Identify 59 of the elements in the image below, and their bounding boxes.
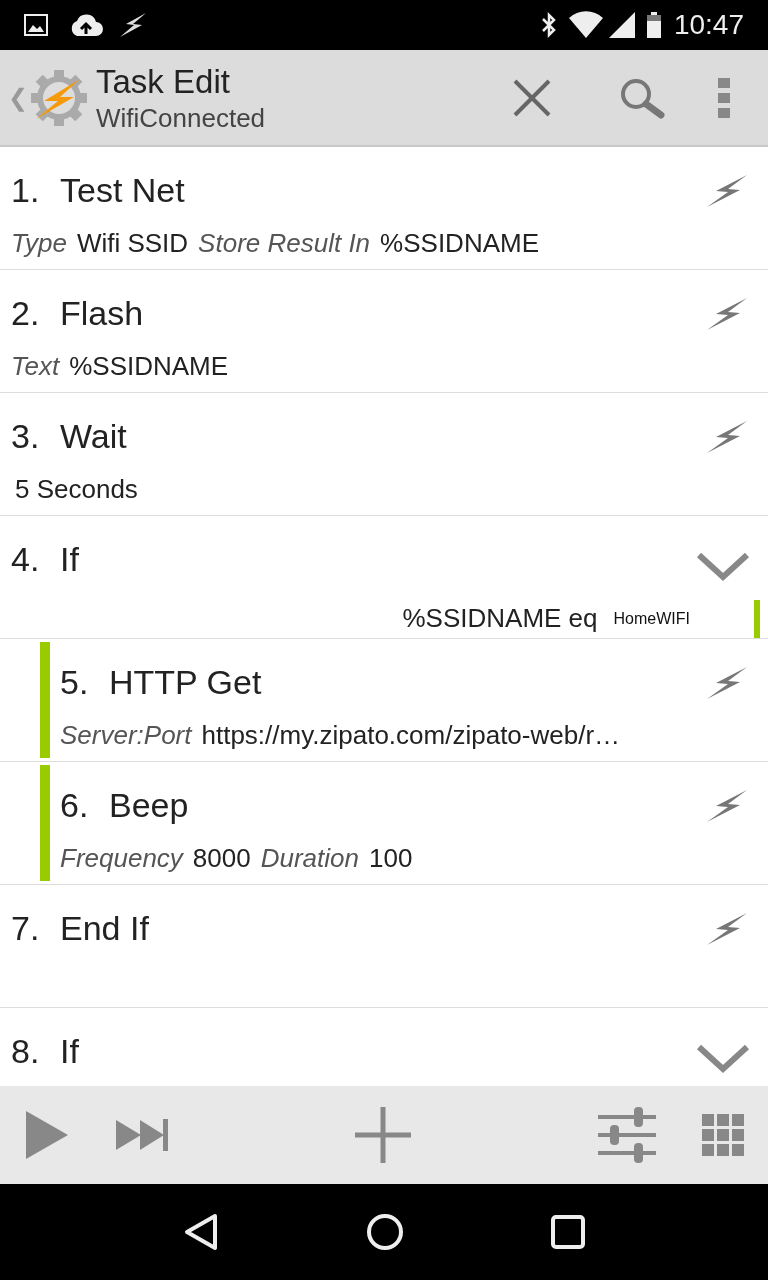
parameter-value: 100 [368, 842, 413, 875]
parameter-label: Store Result In [198, 227, 371, 260]
bolt-icon [706, 788, 748, 823]
bolt-icon [706, 173, 748, 208]
clock-time: 10:47 [673, 8, 744, 42]
step-button[interactable] [116, 1119, 168, 1151]
parameter-value: Wifi SSID [76, 227, 189, 260]
home-circle-icon [366, 1213, 404, 1251]
signal-icon [607, 11, 636, 39]
action-title[interactable]: 7. End If [11, 903, 149, 954]
parameter-label: Text [11, 350, 60, 383]
play-button[interactable] [24, 1109, 70, 1161]
parameter-label: Frequency [60, 842, 183, 875]
bolt-icon [706, 296, 748, 331]
action-title[interactable]: 8. If [11, 1026, 79, 1077]
block-indicator [754, 599, 760, 638]
plus-icon [355, 1107, 411, 1163]
bolt-icon [706, 419, 748, 454]
parameter-label: Duration [260, 842, 359, 875]
skip-forward-icon [116, 1119, 168, 1151]
action-title[interactable]: 1. Test Net [11, 165, 185, 216]
wifi-icon [567, 11, 604, 39]
parameter-value: HomeWIFI [613, 608, 690, 629]
back-button[interactable] [183, 1213, 220, 1251]
chevron-down-icon [696, 1043, 750, 1074]
bolt-icon [706, 911, 748, 946]
overflow-menu-icon [718, 77, 730, 118]
parameter-value: %SSIDNAME eq [402, 602, 598, 635]
action-title[interactable]: 4. If [11, 534, 79, 585]
screen-title: Task Edit [96, 61, 231, 102]
image-icon [24, 14, 48, 36]
recents-button[interactable] [550, 1215, 585, 1249]
sliders-icon [598, 1107, 656, 1163]
chevron-down-icon [696, 551, 750, 582]
recents-square-icon [550, 1215, 585, 1249]
battery-icon [645, 11, 662, 39]
back-triangle-icon [183, 1213, 220, 1251]
search-icon [619, 76, 665, 119]
action-title[interactable]: 3. Wait [11, 411, 127, 462]
bolt-icon [706, 665, 748, 700]
parameter-value: 8000 [192, 842, 251, 875]
task-name: WifiConnected [96, 101, 266, 135]
grid-icon [702, 1114, 744, 1156]
play-icon [24, 1109, 70, 1161]
bluetooth-icon [539, 11, 558, 39]
parameter-value: 5 Seconds [15, 473, 138, 506]
close-icon [513, 78, 551, 117]
parameter-label: Type [11, 227, 67, 260]
parameter-value: %SSIDNAME [380, 227, 539, 260]
settings-button[interactable] [598, 1107, 656, 1163]
parameter-label: Server:Port [60, 719, 192, 752]
grid-button[interactable] [702, 1114, 744, 1156]
action-title[interactable]: 6. Beep [60, 780, 189, 831]
action-title[interactable]: 2. Flash [11, 288, 144, 339]
action-title[interactable]: 5. HTTP Get [60, 657, 262, 708]
add-button[interactable] [355, 1107, 411, 1163]
parameter-value: %SSIDNAME [69, 350, 229, 383]
home-button[interactable] [366, 1213, 404, 1251]
parameter-value: https://my.zipato.com/zipato-web/r… [201, 719, 621, 752]
